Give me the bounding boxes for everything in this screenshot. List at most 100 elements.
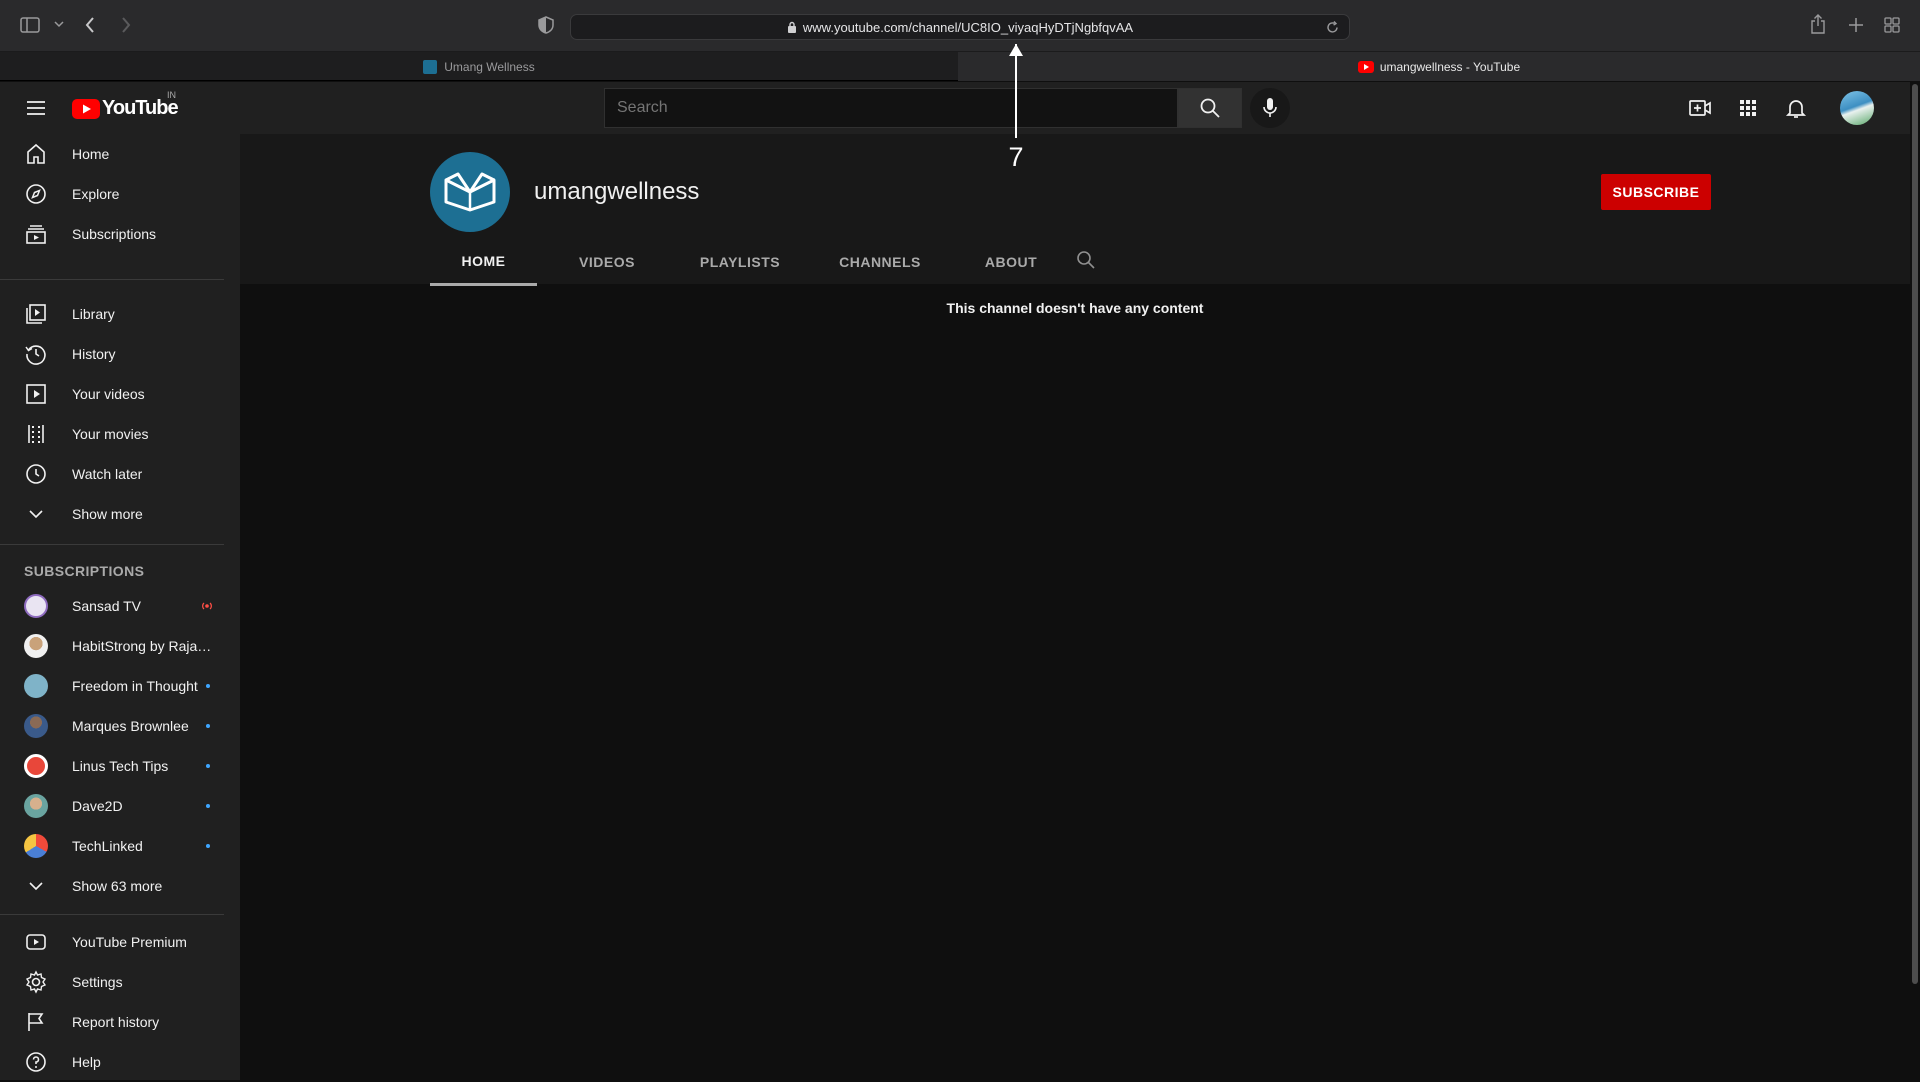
sidebar-item-label: Watch later bbox=[72, 466, 143, 482]
sidebar-item-label: Settings bbox=[72, 974, 123, 990]
search-button[interactable] bbox=[1178, 88, 1242, 128]
back-icon[interactable] bbox=[84, 16, 96, 34]
share-icon[interactable] bbox=[1810, 14, 1826, 34]
voice-search-button[interactable] bbox=[1250, 88, 1290, 128]
sidebar-item-label: History bbox=[72, 346, 116, 362]
sidebar-toggle-icon[interactable] bbox=[20, 16, 40, 34]
library-icon bbox=[24, 302, 48, 326]
reload-icon[interactable] bbox=[1326, 21, 1339, 34]
channel-avatar[interactable] bbox=[430, 152, 510, 232]
sidebar-item-help[interactable]: Help bbox=[0, 1042, 224, 1082]
tab-playlists[interactable]: PLAYLISTS bbox=[676, 238, 804, 286]
sidebar-item-label: Show more bbox=[72, 506, 143, 522]
tab-home[interactable]: HOME bbox=[430, 238, 537, 286]
sidebar-item-label: Your videos bbox=[72, 386, 145, 402]
youtube-premium-icon bbox=[24, 930, 48, 954]
browser-tab-umang-wellness[interactable]: Umang Wellness bbox=[0, 52, 958, 81]
channel-header: umangwellness SUBSCRIBE HOME VIDEOS PLAY… bbox=[240, 134, 1910, 286]
tab-about[interactable]: ABOUT bbox=[956, 238, 1066, 286]
clock-icon bbox=[24, 462, 48, 486]
new-content-dot bbox=[206, 844, 210, 848]
search-box bbox=[604, 88, 1178, 128]
sidebar: Home Explore Subscriptions Library Histo… bbox=[0, 134, 240, 1080]
compass-icon bbox=[24, 182, 48, 206]
search-icon[interactable] bbox=[1076, 250, 1096, 270]
address-bar[interactable]: www.youtube.com/channel/UC8IO_viyaqHyDTj… bbox=[570, 14, 1350, 40]
new-content-dot bbox=[206, 804, 210, 808]
search-icon bbox=[1199, 97, 1221, 119]
avatar[interactable] bbox=[1840, 91, 1874, 125]
sidebar-item-subscriptions[interactable]: Subscriptions bbox=[0, 214, 224, 254]
youtube-logo[interactable]: YouTube IN bbox=[72, 90, 179, 120]
new-tab-icon[interactable] bbox=[1848, 17, 1864, 33]
chevron-down-icon bbox=[24, 874, 48, 898]
url-text: www.youtube.com/channel/UC8IO_viyaqHyDTj… bbox=[802, 19, 1134, 35]
scrollbar-thumb[interactable] bbox=[1912, 84, 1918, 984]
subscription-label: Dave2D bbox=[72, 798, 123, 814]
browser-toolbar: www.youtube.com/channel/UC8IO_viyaqHyDTj… bbox=[0, 0, 1920, 52]
browser-tab-youtube[interactable]: umangwellness - YouTube bbox=[958, 52, 1920, 81]
subscribe-button[interactable]: SUBSCRIBE bbox=[1601, 174, 1711, 210]
gear-icon bbox=[24, 970, 48, 994]
forward-icon[interactable] bbox=[120, 16, 132, 34]
sidebar-item-label: Show 63 more bbox=[72, 878, 163, 894]
channel-avatar bbox=[24, 594, 48, 618]
menu-icon[interactable] bbox=[24, 96, 48, 120]
subscription-item[interactable]: Marques Brownlee bbox=[0, 706, 224, 746]
home-icon bbox=[24, 142, 48, 166]
sidebar-item-history[interactable]: History bbox=[0, 334, 224, 374]
sidebar-item-show-more-subscriptions[interactable]: Show 63 more bbox=[0, 866, 224, 906]
subscription-item[interactable]: Linus Tech Tips bbox=[0, 746, 224, 786]
empty-channel-message: This channel doesn't have any content bbox=[946, 300, 1204, 316]
mic-icon bbox=[1262, 97, 1278, 119]
sidebar-item-your-videos[interactable]: Your videos bbox=[0, 374, 224, 414]
live-icon bbox=[200, 600, 214, 612]
channel-avatar bbox=[24, 714, 48, 738]
subscription-label: HabitStrong by Rajan ... bbox=[72, 638, 214, 654]
film-icon bbox=[24, 422, 48, 446]
subscription-item[interactable]: TechLinked bbox=[0, 826, 224, 866]
new-content-dot bbox=[206, 684, 210, 688]
new-content-dot bbox=[206, 724, 210, 728]
sidebar-item-your-movies[interactable]: Your movies bbox=[0, 414, 224, 454]
chevron-down-icon bbox=[24, 502, 48, 526]
subscription-item[interactable]: Freedom in Thought bbox=[0, 666, 224, 706]
sidebar-item-settings[interactable]: Settings bbox=[0, 962, 224, 1002]
sidebar-item-label: Home bbox=[72, 146, 110, 162]
sidebar-item-home[interactable]: Home bbox=[0, 134, 224, 174]
channel-name: umangwellness bbox=[534, 178, 700, 205]
youtube-logo-icon bbox=[72, 98, 100, 119]
subscription-label: Marques Brownlee bbox=[72, 718, 189, 734]
subscriptions-heading: SUBSCRIPTIONS bbox=[24, 563, 145, 579]
search-input[interactable] bbox=[605, 89, 1177, 127]
sidebar-divider bbox=[0, 544, 224, 545]
subscription-item[interactable]: HabitStrong by Rajan ... bbox=[0, 626, 224, 666]
scrollbar[interactable] bbox=[1910, 82, 1920, 1080]
subscription-item[interactable]: Sansad TV bbox=[0, 586, 224, 626]
create-icon[interactable] bbox=[1688, 96, 1712, 120]
subscription-label: Sansad TV bbox=[72, 598, 142, 614]
subscription-item[interactable]: Dave2D bbox=[0, 786, 224, 826]
sidebar-item-watch-later[interactable]: Watch later bbox=[0, 454, 224, 494]
bell-icon[interactable] bbox=[1784, 96, 1808, 120]
tab-overview-icon[interactable] bbox=[1884, 17, 1900, 33]
privacy-shield-icon[interactable] bbox=[538, 16, 554, 34]
sidebar-item-show-more[interactable]: Show more bbox=[0, 494, 224, 534]
sidebar-item-report-history[interactable]: Report history bbox=[0, 1002, 224, 1042]
sidebar-item-library[interactable]: Library bbox=[0, 294, 224, 334]
logo-text: YouTube bbox=[102, 97, 179, 119]
subscription-label: Linus Tech Tips bbox=[72, 758, 169, 774]
apps-icon[interactable] bbox=[1736, 96, 1760, 120]
chevron-down-icon[interactable] bbox=[54, 20, 64, 28]
sidebar-item-label: YouTube Premium bbox=[72, 934, 187, 950]
lock-icon bbox=[787, 21, 797, 33]
sidebar-item-explore[interactable]: Explore bbox=[0, 174, 224, 214]
tab-channels[interactable]: CHANNELS bbox=[816, 238, 944, 286]
annotation-arrow-head bbox=[1009, 44, 1023, 56]
channel-page: umangwellness SUBSCRIBE HOME VIDEOS PLAY… bbox=[240, 134, 1910, 1080]
youtube-header: YouTube IN bbox=[0, 82, 1910, 134]
sidebar-item-label: Help bbox=[72, 1054, 101, 1070]
history-icon bbox=[24, 342, 48, 366]
sidebar-item-youtube-premium[interactable]: YouTube Premium bbox=[0, 922, 224, 962]
tab-videos[interactable]: VIDEOS bbox=[552, 238, 662, 286]
